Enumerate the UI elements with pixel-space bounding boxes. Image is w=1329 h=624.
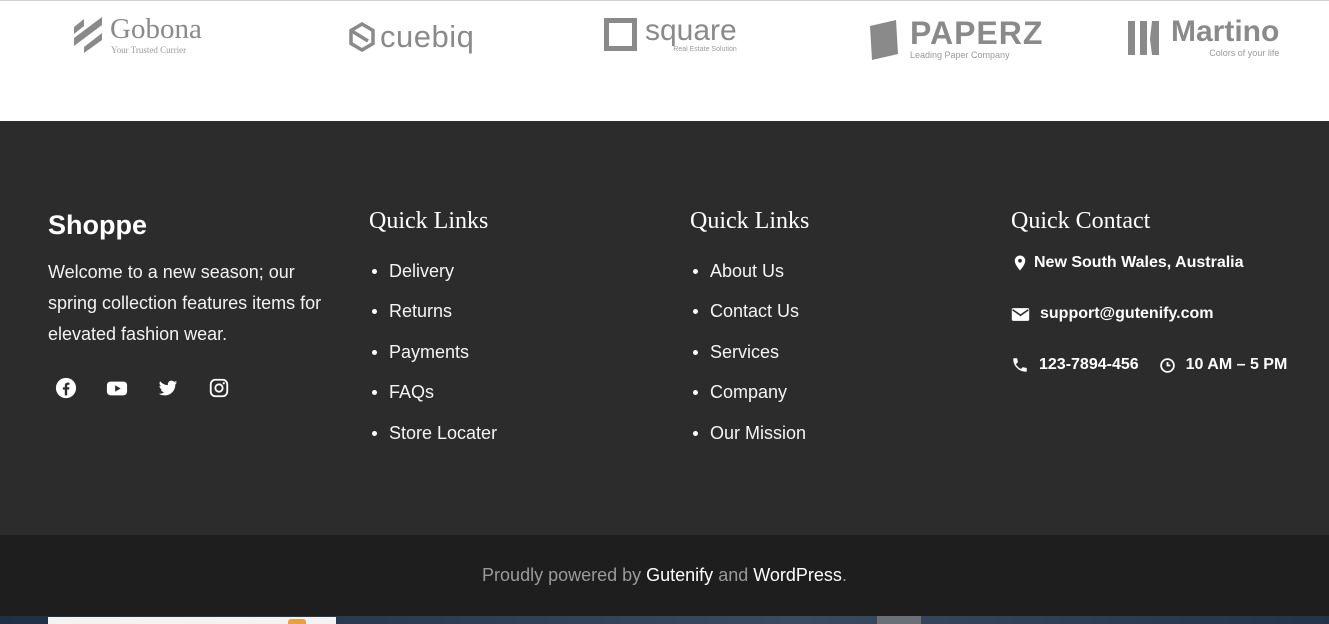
- square-mark-icon: [604, 18, 637, 51]
- footer-link-contact-us[interactable]: Contact Us: [690, 301, 809, 321]
- logo-name: Martino: [1171, 15, 1280, 48]
- clock-icon: [1159, 357, 1175, 373]
- footer-column-title: Quick Contact: [1011, 208, 1151, 234]
- footer-column-title: Quick Links: [369, 208, 489, 234]
- footer-link-about-us[interactable]: About Us: [690, 261, 809, 281]
- envelope-icon: [1011, 307, 1030, 321]
- gutenify-link[interactable]: Gutenify: [646, 565, 713, 585]
- instagram-icon[interactable]: [208, 377, 230, 399]
- credit-middle: and: [713, 565, 754, 585]
- map-pin-icon: [1014, 255, 1026, 271]
- wordpress-link[interactable]: WordPress: [753, 565, 842, 585]
- footer-brand-title: Shoppe: [48, 210, 147, 240]
- logo-name: cuebiq: [380, 19, 475, 54]
- gobona-mark-icon: [74, 17, 102, 53]
- logo-tagline: Real Estate Solution: [673, 46, 737, 53]
- footer-bottom-bar: Proudly powered by Gutenify and WordPres…: [0, 535, 1329, 616]
- contact-email-link[interactable]: support@gutenify.com: [1040, 305, 1214, 323]
- footer-link-our-mission[interactable]: Our Mission: [690, 423, 809, 443]
- footer-links-column-2: Quick Links About Us Contact Us Services…: [690, 207, 809, 463]
- partner-logos-strip: Gobona Your Trusted Currier cuebiq squar…: [0, 0, 1329, 121]
- facebook-icon[interactable]: [55, 377, 77, 399]
- logo-name: square: [645, 14, 737, 47]
- paperz-mark-icon: [870, 19, 898, 60]
- contact-address-text: New South Wales, Australia: [1034, 254, 1244, 271]
- os-taskbar-strip: [0, 616, 1329, 624]
- contact-phone-text: 123-7894-456: [1039, 356, 1139, 373]
- contact-email: support@gutenify.com: [1011, 305, 1214, 323]
- footer-link-company[interactable]: Company: [690, 382, 809, 402]
- contact-hours-text: 10 AM – 5 PM: [1185, 356, 1288, 373]
- taskbar-window-thumbnail[interactable]: [48, 617, 336, 624]
- footer-brand-description: Welcome to a new season; our spring coll…: [48, 262, 322, 344]
- footer-links-list: Delivery Returns Payments FAQs Store Loc…: [369, 261, 497, 443]
- footer-link-delivery[interactable]: Delivery: [369, 261, 497, 281]
- credit-suffix: .: [841, 565, 847, 585]
- footer-link-faqs[interactable]: FAQs: [369, 382, 497, 402]
- footer-contact-column: Quick Contact: [1011, 207, 1150, 235]
- footer-link-store-locater[interactable]: Store Locater: [369, 423, 497, 443]
- social-links: [55, 377, 230, 399]
- credit-prefix: Proudly powered by: [482, 565, 647, 585]
- taskbar-button[interactable]: [877, 616, 921, 624]
- powered-by-credit: Proudly powered by Gutenify and WordPres…: [0, 565, 1329, 586]
- logo-tagline: Your Trusted Currier: [111, 45, 187, 55]
- footer-link-payments[interactable]: Payments: [369, 342, 497, 362]
- footer-brand-column: Shoppe Welcome to a new season; our spri…: [48, 207, 338, 350]
- paperz-logo: PAPERZ Leading Paper Company: [868, 17, 1043, 60]
- cuebiq-logo: cuebiq: [348, 21, 474, 52]
- contact-phone-hours: 123-7894-456 10 AM – 5 PM: [1011, 356, 1287, 374]
- site-footer: Shoppe Welcome to a new season; our spri…: [0, 121, 1329, 535]
- footer-links-list: About Us Contact Us Services Company Our…: [690, 261, 809, 443]
- cuebiq-mark-icon: [349, 21, 375, 52]
- logo-tagline: Colors of your life: [1209, 48, 1280, 58]
- logo-name: PAPERZ: [910, 15, 1044, 51]
- footer-links-column-1: Quick Links Delivery Returns Payments FA…: [369, 207, 497, 463]
- footer-link-services[interactable]: Services: [690, 342, 809, 362]
- footer-link-returns[interactable]: Returns: [369, 301, 497, 321]
- logo-tagline: Leading Paper Company: [910, 50, 1010, 60]
- youtube-icon[interactable]: [106, 377, 128, 399]
- footer-column-title: Quick Links: [690, 208, 810, 234]
- martino-logo: Martino Colors of your life: [1127, 17, 1279, 58]
- logo-name: Gobona: [110, 13, 202, 45]
- twitter-icon[interactable]: [157, 377, 179, 399]
- phone-icon: [1013, 358, 1027, 372]
- contact-address: New South Wales, Australia: [1011, 254, 1244, 272]
- gobona-logo: Gobona Your Trusted Currier: [72, 15, 202, 55]
- taskbar-app-icon: [288, 619, 306, 624]
- martino-mark-icon: [1128, 20, 1159, 55]
- square-logo: square Real Estate Solution: [604, 16, 737, 53]
